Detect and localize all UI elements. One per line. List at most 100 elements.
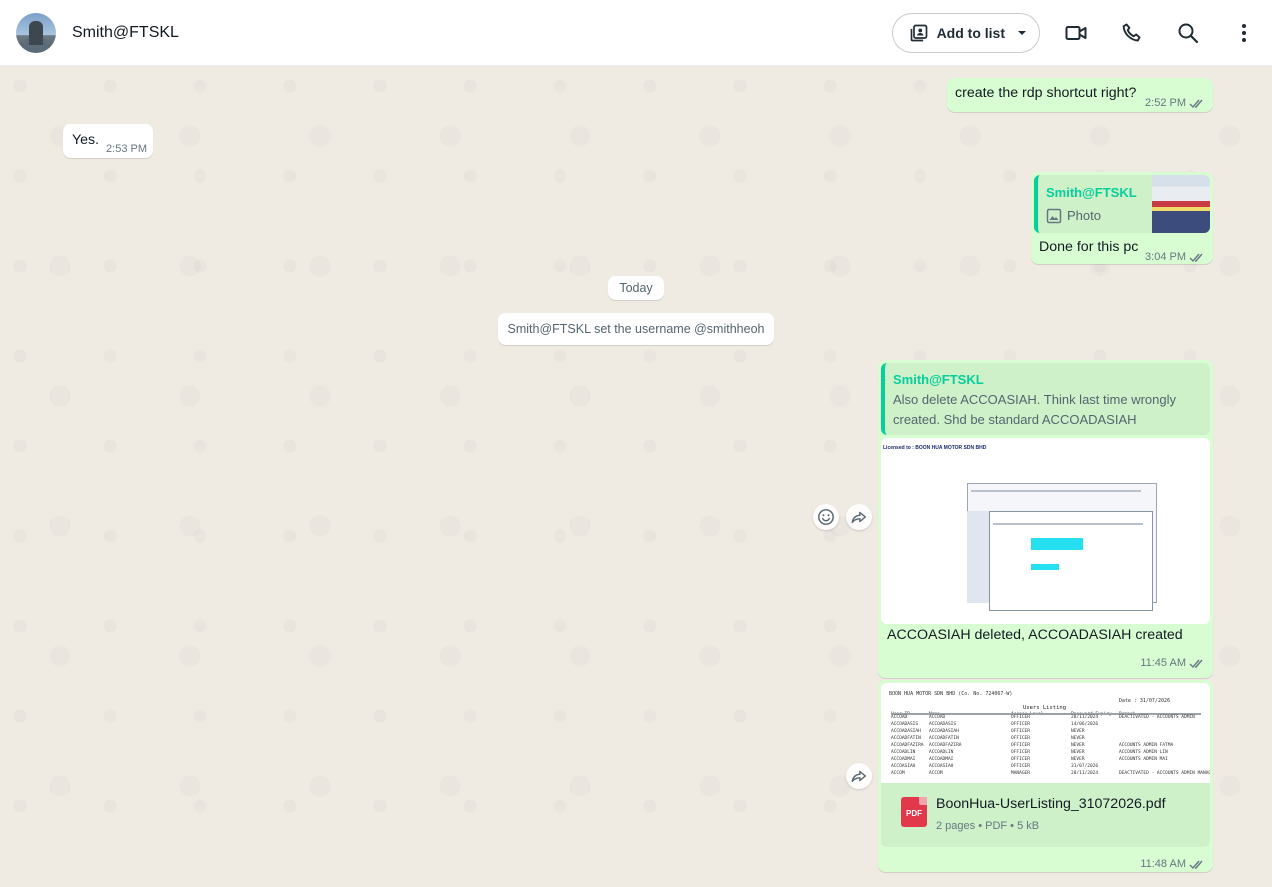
header-actions: Add to list bbox=[891, 12, 1256, 53]
doc-cell: OFFICER bbox=[1011, 764, 1030, 769]
double-check-icon bbox=[1189, 658, 1205, 669]
double-check-icon bbox=[1189, 252, 1205, 263]
photo-icon bbox=[1046, 208, 1062, 224]
doc-row: ACCOADLIN ACCOADLIN OFFICER NEVER ACCOUNTS A… bbox=[891, 750, 1207, 757]
message-time: 11:45 AM bbox=[1140, 654, 1205, 673]
time-label: 2:53 PM bbox=[106, 143, 147, 155]
time-label: 3:04 PM bbox=[1145, 251, 1186, 263]
system-notice-text: Smith@FTSKL set the username @smithheoh bbox=[507, 322, 765, 336]
double-check-icon bbox=[1189, 98, 1205, 109]
message-time: 11:48 AM bbox=[1140, 855, 1205, 874]
quote-photo-label: Photo bbox=[1046, 206, 1101, 226]
quote-author: Smith@FTSKL bbox=[893, 372, 984, 387]
doc-cell: OFFICER bbox=[1011, 743, 1030, 748]
document-info[interactable]: PDF BoonHua-UserListing_31072026.pdf 2 p… bbox=[881, 783, 1210, 847]
doc-cell: OFFICER bbox=[1011, 757, 1030, 762]
doc-cell: OFFICER bbox=[1011, 750, 1030, 755]
doc-cell: ACCOADFAZIRA bbox=[891, 743, 924, 748]
doc-cell: DEACTIVATED - ACCOUNTS ADMIN bbox=[1119, 715, 1195, 720]
message-bubble-incoming[interactable]: Yes. 2:53 PM bbox=[63, 124, 153, 158]
message-text: ACCOASIAH deleted, ACCOADASIAH created bbox=[887, 627, 1183, 643]
doc-row: ACCOAD ACCOAD OFFICER 28/11/2024 DEACTIVATED… bbox=[891, 715, 1207, 722]
quote-photo-text: Photo bbox=[1067, 208, 1101, 223]
message-bubble-outgoing[interactable]: create the rdp shortcut right? 2:52 PM bbox=[947, 78, 1213, 112]
time-label: 11:45 AM bbox=[1140, 657, 1186, 669]
doc-row: ACCOADASIAH ACCOADASIAH OFFICER NEVER bbox=[891, 729, 1207, 736]
document-preview[interactable]: BOON HUA MOTOR SDN BHD (Co. No. 724067-W… bbox=[881, 683, 1210, 783]
doc-cell: ACCOAD bbox=[929, 715, 946, 720]
message-bubble-outgoing[interactable]: BOON HUA MOTOR SDN BHD (Co. No. 724067-W… bbox=[878, 680, 1213, 872]
doc-row: ACCOADFAZIRA ACCOADFAZIRA OFFICER NEVER ACCO… bbox=[891, 743, 1207, 750]
doc-row: ACCOADASIS ACCOADASIS OFFICER 14/06/2026 bbox=[891, 722, 1207, 729]
doc-cell: ACCOASIAH bbox=[929, 764, 954, 769]
image-toolbar bbox=[993, 523, 1143, 525]
doc-row: ACCOM ACCOM MANAGER 28/11/2024 DEACTIVATED -… bbox=[891, 771, 1210, 778]
forward-icon bbox=[850, 767, 868, 785]
doc-cell: ACCOUNTS ADMIN MAI bbox=[1119, 757, 1168, 762]
doc-cell: ACCOADFAZIRA bbox=[929, 743, 962, 748]
doc-company: BOON HUA MOTOR SDN BHD (Co. No. 724067-W… bbox=[889, 691, 1013, 697]
quote-author: Smith@FTSKL bbox=[1046, 185, 1137, 200]
doc-cell: 28/11/2024 bbox=[1071, 715, 1099, 720]
message-text: Yes. bbox=[72, 132, 100, 148]
chat-header: Smith@FTSKL Add to list bbox=[0, 0, 1272, 66]
voice-call-icon[interactable] bbox=[1120, 21, 1144, 45]
file-name: BoonHua-UserListing_31072026.pdf bbox=[936, 796, 1166, 812]
menu-icon[interactable] bbox=[1232, 21, 1256, 45]
react-button[interactable] bbox=[813, 504, 839, 530]
doc-row: ACCOADMAI ACCOADMAI OFFICER NEVER ACCOUNTS A… bbox=[891, 757, 1207, 764]
doc-cell: ACCOADASIS bbox=[929, 722, 957, 727]
emoji-icon bbox=[817, 508, 835, 526]
doc-cell: ACCOUNTS ADMIN FATMA bbox=[1119, 743, 1174, 748]
message-bubble-outgoing[interactable]: Smith@FTSKL Also delete ACCOASIAH. Think… bbox=[878, 360, 1213, 678]
image-highlight-field bbox=[1031, 538, 1083, 550]
image-list-panel bbox=[967, 511, 989, 603]
system-notice: Smith@FTSKL set the username @smithheoh bbox=[498, 313, 774, 345]
double-check-icon bbox=[1189, 859, 1205, 870]
doc-cell: ACCOADASIAH bbox=[929, 729, 959, 734]
message-time: 3:04 PM bbox=[1145, 248, 1205, 267]
doc-cell: ACCOAD bbox=[891, 715, 908, 720]
image-highlight-field bbox=[1031, 564, 1059, 570]
doc-cell: ACCOADMAI bbox=[929, 757, 954, 762]
file-meta: 2 pages • PDF • 5 kB bbox=[936, 820, 1040, 832]
quote-photo-thumbnail bbox=[1152, 175, 1210, 233]
date-divider: Today bbox=[608, 276, 664, 300]
doc-cell: 31/07/2026 bbox=[1071, 764, 1099, 769]
doc-header-row: User ID Name Access Level Password Expir… bbox=[891, 705, 1207, 717]
contact-name[interactable]: Smith@FTSKL bbox=[72, 24, 179, 42]
doc-cell: OFFICER bbox=[1011, 729, 1030, 734]
image-toolbar bbox=[971, 490, 1141, 492]
message-image[interactable]: Licensed to : BOON HUA MOTOR SDN BHD bbox=[881, 438, 1210, 624]
doc-cell: 28/11/2024 bbox=[1071, 771, 1099, 776]
doc-cell: ACCOADFATIN bbox=[891, 736, 921, 741]
message-text: create the rdp shortcut right? bbox=[955, 85, 1137, 101]
doc-row: ACCOADFATIN ACCOADFATIN OFFICER NEVER bbox=[891, 736, 1207, 743]
search-icon[interactable] bbox=[1176, 21, 1200, 45]
forward-button[interactable] bbox=[846, 504, 872, 530]
doc-cell: ACCOM bbox=[929, 771, 943, 776]
quote-text: Also delete ACCOASIAH. Think last time w… bbox=[893, 392, 1176, 427]
message-bubble-outgoing[interactable]: Smith@FTSKL Photo Done for this pc 3:04 … bbox=[1031, 172, 1213, 264]
image-caption-line: Licensed to : BOON HUA MOTOR SDN BHD bbox=[883, 445, 987, 451]
pdf-badge-label: PDF bbox=[906, 809, 922, 818]
doc-cell: OFFICER bbox=[1011, 715, 1030, 720]
message-time: 2:52 PM bbox=[1145, 94, 1205, 113]
doc-cell: OFFICER bbox=[1011, 722, 1030, 727]
doc-cell: MANAGER bbox=[1011, 771, 1030, 776]
doc-cell: NEVER bbox=[1071, 757, 1085, 762]
doc-cell: ACCOUNTS ADMIN LIN bbox=[1119, 750, 1168, 755]
chat-area[interactable]: create the rdp shortcut right? 2:52 PM Y… bbox=[0, 66, 1272, 887]
doc-cell: ACCOADASIAH bbox=[891, 729, 921, 734]
image-window-front bbox=[989, 511, 1153, 611]
add-to-list-button[interactable]: Add to list bbox=[891, 12, 1040, 53]
doc-cell: ACCOASIAH bbox=[891, 764, 916, 769]
doc-cell: DEACTIVATED - ACCOUNTS ADMIN MANAGER bbox=[1119, 771, 1210, 776]
video-call-icon[interactable] bbox=[1064, 21, 1088, 45]
quoted-message[interactable]: Smith@FTSKL Also delete ACCOASIAH. Think… bbox=[881, 363, 1210, 435]
quoted-message[interactable]: Smith@FTSKL Photo bbox=[1034, 175, 1210, 233]
doc-cell: ACCOADMAI bbox=[891, 757, 916, 762]
avatar[interactable] bbox=[16, 12, 56, 53]
message-text: Done for this pc bbox=[1039, 239, 1139, 255]
forward-button[interactable] bbox=[846, 763, 872, 789]
